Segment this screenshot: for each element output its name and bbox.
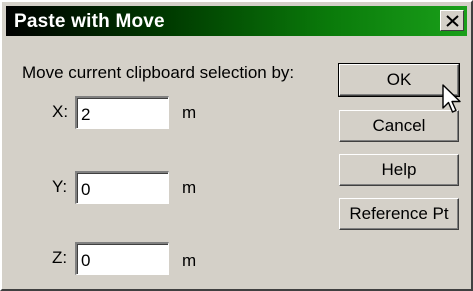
y-offset-field[interactable]	[75, 171, 169, 204]
close-button[interactable]	[440, 10, 464, 31]
y-unit-label: m	[182, 178, 197, 197]
ok-button[interactable]: OK	[338, 63, 460, 97]
cancel-button[interactable]: Cancel	[339, 110, 459, 142]
z-unit-label: m	[182, 251, 197, 270]
y-label: Y:	[52, 177, 68, 196]
z-offset-field[interactable]	[75, 242, 169, 275]
paste-with-move-dialog: Paste with Move Move current clipboard s…	[0, 0, 473, 291]
reference-pt-button[interactable]: Reference Pt	[339, 198, 459, 230]
z-label: Z:	[52, 248, 68, 267]
close-icon	[446, 15, 459, 27]
x-offset-field[interactable]	[75, 96, 169, 129]
x-unit-label: m	[182, 103, 197, 122]
title-bar[interactable]: Paste with Move	[6, 6, 467, 36]
mouse-pointer-icon	[442, 84, 461, 113]
move-prompt-label: Move current clipboard selection by:	[22, 63, 295, 82]
x-label: X:	[52, 102, 69, 121]
window-title: Paste with Move	[14, 11, 165, 32]
help-button[interactable]: Help	[339, 154, 459, 186]
